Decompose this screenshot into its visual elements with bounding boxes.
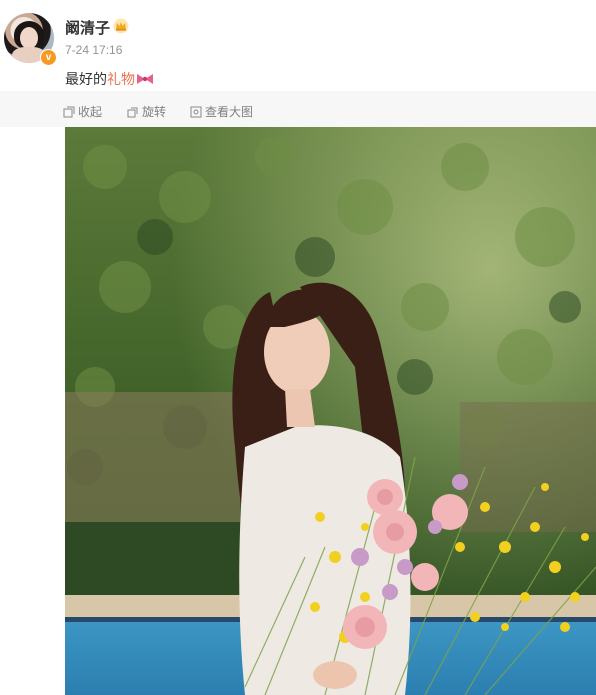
view-large-button[interactable]: 查看大图	[190, 103, 253, 120]
avatar-face	[20, 27, 38, 49]
photo-illustration	[65, 127, 596, 695]
view-large-icon	[190, 106, 202, 117]
rotate-icon	[127, 107, 138, 117]
username-link[interactable]: 阚清子	[65, 17, 110, 38]
post-text: 最好的礼物	[65, 69, 154, 89]
image-toolbar: 收起 旋转 查看大图	[0, 91, 596, 127]
collapse-button[interactable]: 收起	[63, 103, 102, 120]
collapse-label: 收起	[78, 105, 103, 119]
crown-icon[interactable]	[113, 18, 129, 34]
post-timestamp[interactable]: 7-24 17:16	[65, 43, 122, 57]
view-large-label: 查看大图	[205, 105, 254, 119]
topic-link[interactable]: 礼物	[107, 71, 135, 87]
verified-badge-icon: v	[40, 49, 57, 66]
bow-emoji-icon	[137, 74, 153, 84]
rotate-button[interactable]: 旋转	[127, 103, 166, 120]
rotate-label: 旋转	[142, 105, 167, 119]
post-text-prefix: 最好的	[65, 71, 107, 87]
collapse-icon	[63, 106, 75, 117]
post-photo[interactable]	[65, 127, 596, 695]
